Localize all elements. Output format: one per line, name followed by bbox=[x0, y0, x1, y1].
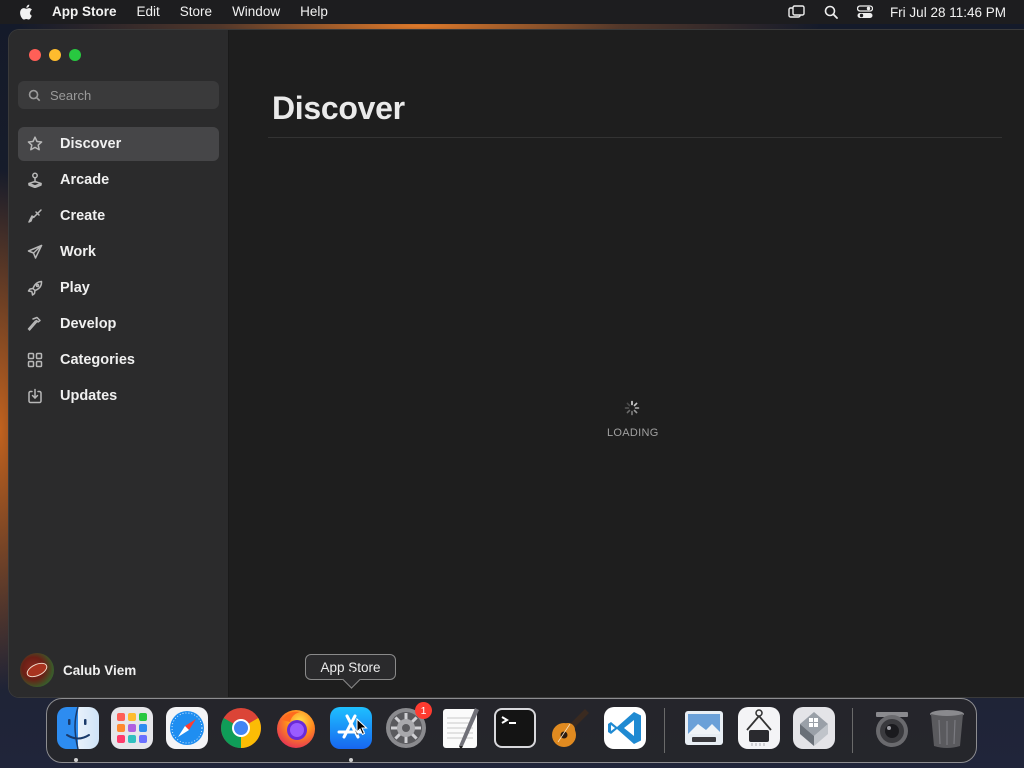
sidebar-item-label: Develop bbox=[60, 316, 117, 332]
sidebar-nav: Discover Arcade Create Work Play Develop bbox=[18, 127, 219, 415]
search-icon bbox=[28, 89, 41, 101]
sidebar-item-create[interactable]: Create bbox=[18, 199, 219, 233]
terminal-icon bbox=[494, 708, 536, 748]
sidebar-item-label: Discover bbox=[60, 136, 122, 152]
dock-app-boot-camp[interactable] bbox=[792, 706, 836, 750]
sidebar: Discover Arcade Create Work Play Develop bbox=[9, 30, 229, 697]
guitar-icon bbox=[552, 709, 589, 747]
bootcamp-icon bbox=[793, 707, 835, 749]
menu-store[interactable]: Store bbox=[170, 0, 222, 24]
textedit-icon bbox=[443, 708, 479, 750]
mouse-pointer-icon bbox=[356, 718, 368, 736]
screen-mirroring-icon[interactable] bbox=[780, 0, 814, 24]
notification-badge: 1 bbox=[415, 702, 432, 719]
running-indicator bbox=[74, 758, 78, 762]
sidebar-item-label: Updates bbox=[60, 388, 118, 404]
download-icon bbox=[26, 387, 44, 405]
loading-indicator: LOADING bbox=[607, 400, 659, 439]
sidebar-item-work[interactable]: Work bbox=[18, 235, 219, 269]
paper-plane-icon bbox=[26, 243, 44, 261]
avatar[interactable] bbox=[20, 653, 54, 687]
star-icon bbox=[26, 135, 44, 153]
firefox-icon bbox=[277, 710, 315, 748]
dock-app-system-information[interactable] bbox=[737, 706, 781, 750]
screenshot-icon bbox=[876, 712, 908, 747]
dock-app-finder[interactable] bbox=[56, 706, 100, 750]
dock-app-screenshot[interactable] bbox=[870, 706, 914, 750]
app-store-window: Discover Arcade Create Work Play Develop bbox=[9, 30, 1024, 697]
main-content: Discover LOADING bbox=[230, 30, 1024, 697]
menu-edit[interactable]: Edit bbox=[127, 0, 170, 24]
trash-icon bbox=[930, 710, 964, 748]
menu-bar-clock[interactable]: Fri Jul 28 11:46 PM bbox=[882, 5, 1024, 20]
dock-app-preview[interactable] bbox=[682, 706, 726, 750]
dock-separator bbox=[664, 708, 665, 753]
sidebar-item-label: Create bbox=[60, 208, 106, 224]
loading-spinner-icon bbox=[624, 400, 640, 416]
dock-app-safari[interactable] bbox=[165, 706, 209, 750]
dock-separator bbox=[852, 708, 853, 753]
user-name[interactable]: Calub Viem bbox=[63, 663, 136, 678]
loading-label: LOADING bbox=[607, 427, 659, 439]
sidebar-item-updates[interactable]: Updates bbox=[18, 379, 219, 413]
running-indicator bbox=[349, 758, 353, 762]
title-divider bbox=[268, 137, 1002, 138]
sidebar-item-discover[interactable]: Discover bbox=[18, 127, 219, 161]
page-title: Discover bbox=[272, 90, 405, 126]
sidebar-item-label: Work bbox=[60, 244, 96, 260]
dock-app-terminal[interactable] bbox=[493, 706, 537, 750]
sidebar-item-play[interactable]: Play bbox=[18, 271, 219, 305]
dock-app-vscode[interactable] bbox=[603, 706, 647, 750]
sidebar-item-categories[interactable]: Categories bbox=[18, 343, 219, 377]
close-window-button[interactable] bbox=[29, 49, 41, 61]
dock: 1 bbox=[46, 698, 977, 763]
search-field[interactable] bbox=[18, 81, 219, 109]
launchpad-icon bbox=[111, 707, 153, 749]
zoom-window-button[interactable] bbox=[69, 49, 81, 61]
dock-app-garageband[interactable] bbox=[548, 706, 592, 750]
menu-bar: App Store Edit Store Window Help Fri Jul… bbox=[0, 0, 1024, 24]
vscode-icon bbox=[604, 707, 646, 749]
brush-icon bbox=[26, 207, 44, 225]
spotlight-search-icon[interactable] bbox=[814, 0, 848, 24]
dock-app-firefox[interactable] bbox=[274, 706, 318, 750]
dock-app-trash[interactable] bbox=[925, 706, 969, 750]
apple-menu-icon[interactable] bbox=[0, 4, 52, 20]
search-input[interactable] bbox=[50, 87, 210, 103]
menu-help[interactable]: Help bbox=[290, 0, 338, 24]
menu-app-name[interactable]: App Store bbox=[52, 0, 127, 24]
sidebar-item-develop[interactable]: Develop bbox=[18, 307, 219, 341]
hammer-icon bbox=[26, 315, 44, 333]
dock-app-launchpad[interactable] bbox=[110, 706, 154, 750]
sidebar-item-label: Arcade bbox=[60, 172, 110, 188]
rocket-icon bbox=[26, 279, 44, 297]
sidebar-item-arcade[interactable]: Arcade bbox=[18, 163, 219, 197]
dock-app-textedit[interactable] bbox=[439, 706, 483, 750]
user-account[interactable]: Calub Viem bbox=[20, 653, 136, 687]
finder-icon bbox=[57, 706, 99, 750]
dock-app-system-settings[interactable]: 1 bbox=[384, 702, 432, 750]
system-info-icon bbox=[738, 707, 780, 749]
grid-icon bbox=[26, 351, 44, 369]
joystick-icon bbox=[26, 171, 44, 189]
minimize-window-button[interactable] bbox=[49, 49, 61, 61]
chrome-icon bbox=[221, 708, 261, 748]
safari-icon bbox=[166, 707, 208, 749]
sidebar-item-label: Categories bbox=[60, 352, 135, 368]
menu-window[interactable]: Window bbox=[222, 0, 290, 24]
sidebar-item-label: Play bbox=[60, 280, 90, 296]
control-center-icon[interactable] bbox=[848, 0, 882, 24]
preview-icon bbox=[685, 711, 723, 745]
dock-app-chrome[interactable] bbox=[219, 706, 263, 750]
dock-tooltip: App Store bbox=[305, 654, 396, 680]
window-controls bbox=[29, 49, 81, 61]
